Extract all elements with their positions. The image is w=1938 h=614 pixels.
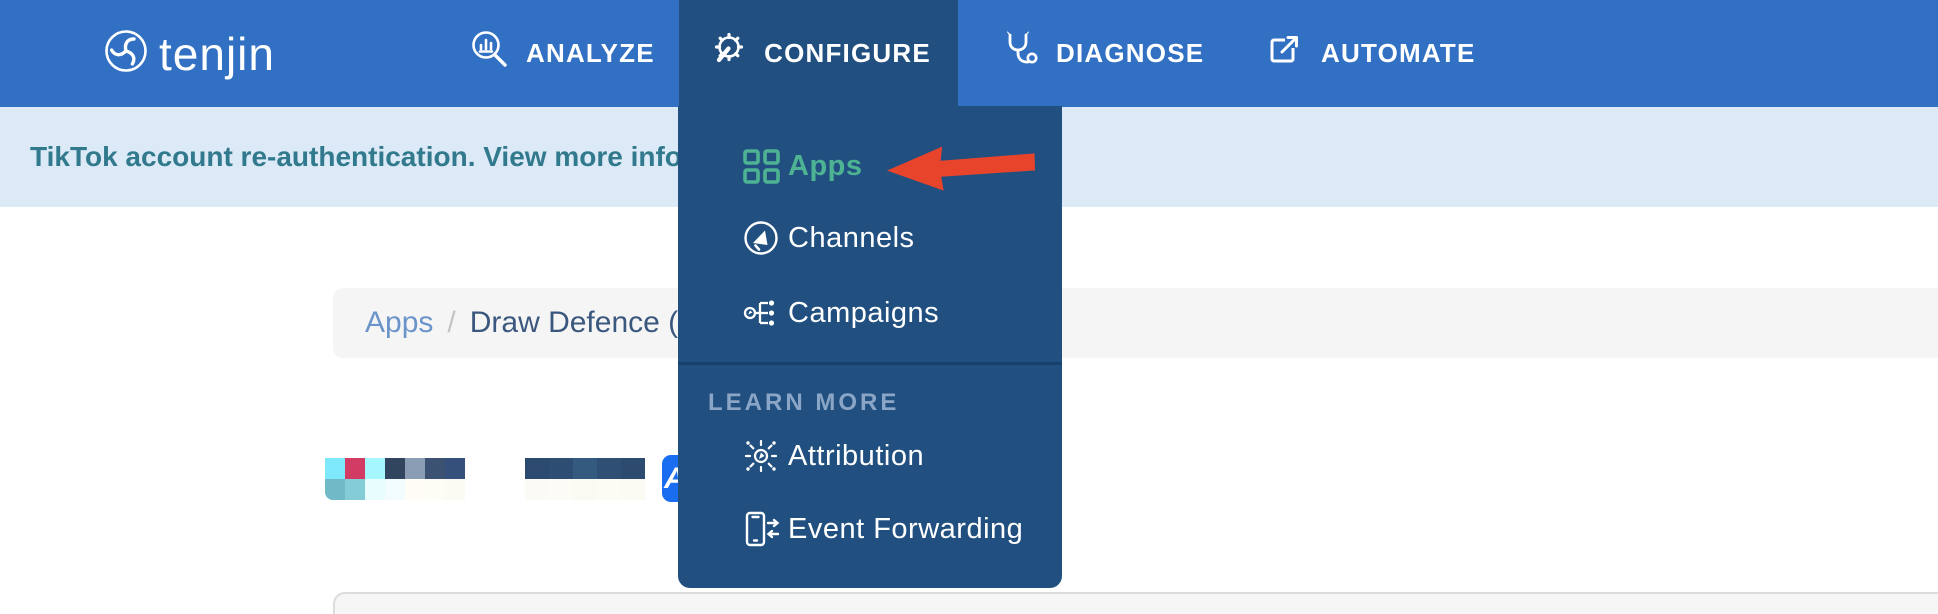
mosaic-tile bbox=[365, 458, 385, 479]
nav-item-label: CONFIGURE bbox=[764, 38, 931, 68]
menu-item-label: Attribution bbox=[788, 439, 925, 472]
banner-message: TikTok account re-authentication. bbox=[30, 141, 476, 172]
mosaic-tile bbox=[425, 458, 445, 479]
menu-item-label: Channels bbox=[788, 221, 915, 254]
page: tenjin ANALYZE CONFIGURE DIAGNOSE AUTOMA… bbox=[0, 0, 1938, 614]
mosaic-tile bbox=[621, 479, 645, 500]
mosaic-tile bbox=[405, 458, 425, 479]
tenjin-logo[interactable]: tenjin bbox=[103, 0, 275, 107]
mosaic-tile bbox=[325, 479, 345, 500]
content-card-top-edge bbox=[333, 592, 1938, 614]
nav-item-analyze[interactable]: ANALYZE bbox=[468, 0, 655, 107]
mosaic-tile bbox=[365, 479, 385, 500]
learn-more-section-title: LEARN MORE bbox=[708, 389, 900, 416]
automate-launch-icon bbox=[1263, 28, 1307, 79]
breadcrumb-current-app: Draw Defence (io bbox=[469, 306, 702, 339]
apps-grid-icon bbox=[741, 148, 781, 184]
menu-item-label: Apps bbox=[788, 149, 863, 182]
nav-item-label: ANALYZE bbox=[526, 38, 655, 68]
mosaic-tile bbox=[525, 458, 549, 479]
configure-gear-wrench-icon bbox=[706, 28, 750, 79]
censored-app-icon-mosaic bbox=[325, 458, 465, 500]
mosaic-tile bbox=[621, 458, 645, 479]
mosaic-tile bbox=[425, 479, 445, 500]
campaigns-flow-icon bbox=[741, 295, 781, 331]
mosaic-tile bbox=[597, 458, 621, 479]
menu-item-attribution[interactable]: Attribution bbox=[678, 431, 1062, 481]
nav-item-diagnose[interactable]: DIAGNOSE bbox=[998, 0, 1204, 107]
menu-divider bbox=[678, 362, 1062, 365]
tenjin-logo-icon bbox=[103, 28, 149, 79]
mosaic-tile bbox=[573, 479, 597, 500]
nav-item-label: DIAGNOSE bbox=[1056, 38, 1205, 68]
mosaic-tile bbox=[325, 458, 345, 479]
channels-megaphone-icon bbox=[741, 220, 781, 256]
event-forwarding-phone-icon bbox=[741, 510, 781, 548]
menu-item-channels[interactable]: Channels bbox=[678, 213, 1062, 263]
mosaic-tile bbox=[385, 479, 405, 500]
analyze-chart-magnifier-icon bbox=[468, 28, 512, 79]
mosaic-tile bbox=[345, 479, 365, 500]
diagnose-stethoscope-icon bbox=[998, 28, 1042, 79]
top-nav: tenjin ANALYZE CONFIGURE DIAGNOSE AUTOMA… bbox=[0, 0, 1938, 107]
red-arrow-annotation bbox=[884, 140, 1038, 200]
menu-item-label: Campaigns bbox=[788, 296, 940, 329]
mosaic-tile bbox=[573, 458, 597, 479]
mosaic-tile bbox=[549, 458, 573, 479]
nav-item-configure[interactable]: CONFIGURE bbox=[679, 0, 958, 107]
mosaic-tile bbox=[549, 479, 573, 500]
mosaic-tile bbox=[345, 458, 365, 479]
attribution-network-icon bbox=[741, 437, 781, 475]
breadcrumb: Apps / Draw Defence (io bbox=[333, 288, 1938, 358]
menu-item-event-forwarding[interactable]: Event Forwarding bbox=[678, 504, 1062, 554]
menu-item-campaigns[interactable]: Campaigns bbox=[678, 288, 1062, 338]
mosaic-tile bbox=[445, 479, 465, 500]
mosaic-tile bbox=[385, 458, 405, 479]
mosaic-tile bbox=[445, 458, 465, 479]
mosaic-tile bbox=[525, 479, 549, 500]
mosaic-tile bbox=[405, 479, 425, 500]
nav-item-label: AUTOMATE bbox=[1321, 38, 1476, 68]
mosaic-tile bbox=[597, 479, 621, 500]
tenjin-logo-text: tenjin bbox=[159, 27, 275, 80]
censored-app-name-mosaic bbox=[525, 458, 645, 500]
breadcrumb-separator: / bbox=[447, 306, 456, 339]
breadcrumb-apps-link[interactable]: Apps bbox=[365, 306, 433, 340]
menu-item-label: Event Forwarding bbox=[788, 512, 1024, 545]
nav-item-automate[interactable]: AUTOMATE bbox=[1263, 0, 1476, 107]
